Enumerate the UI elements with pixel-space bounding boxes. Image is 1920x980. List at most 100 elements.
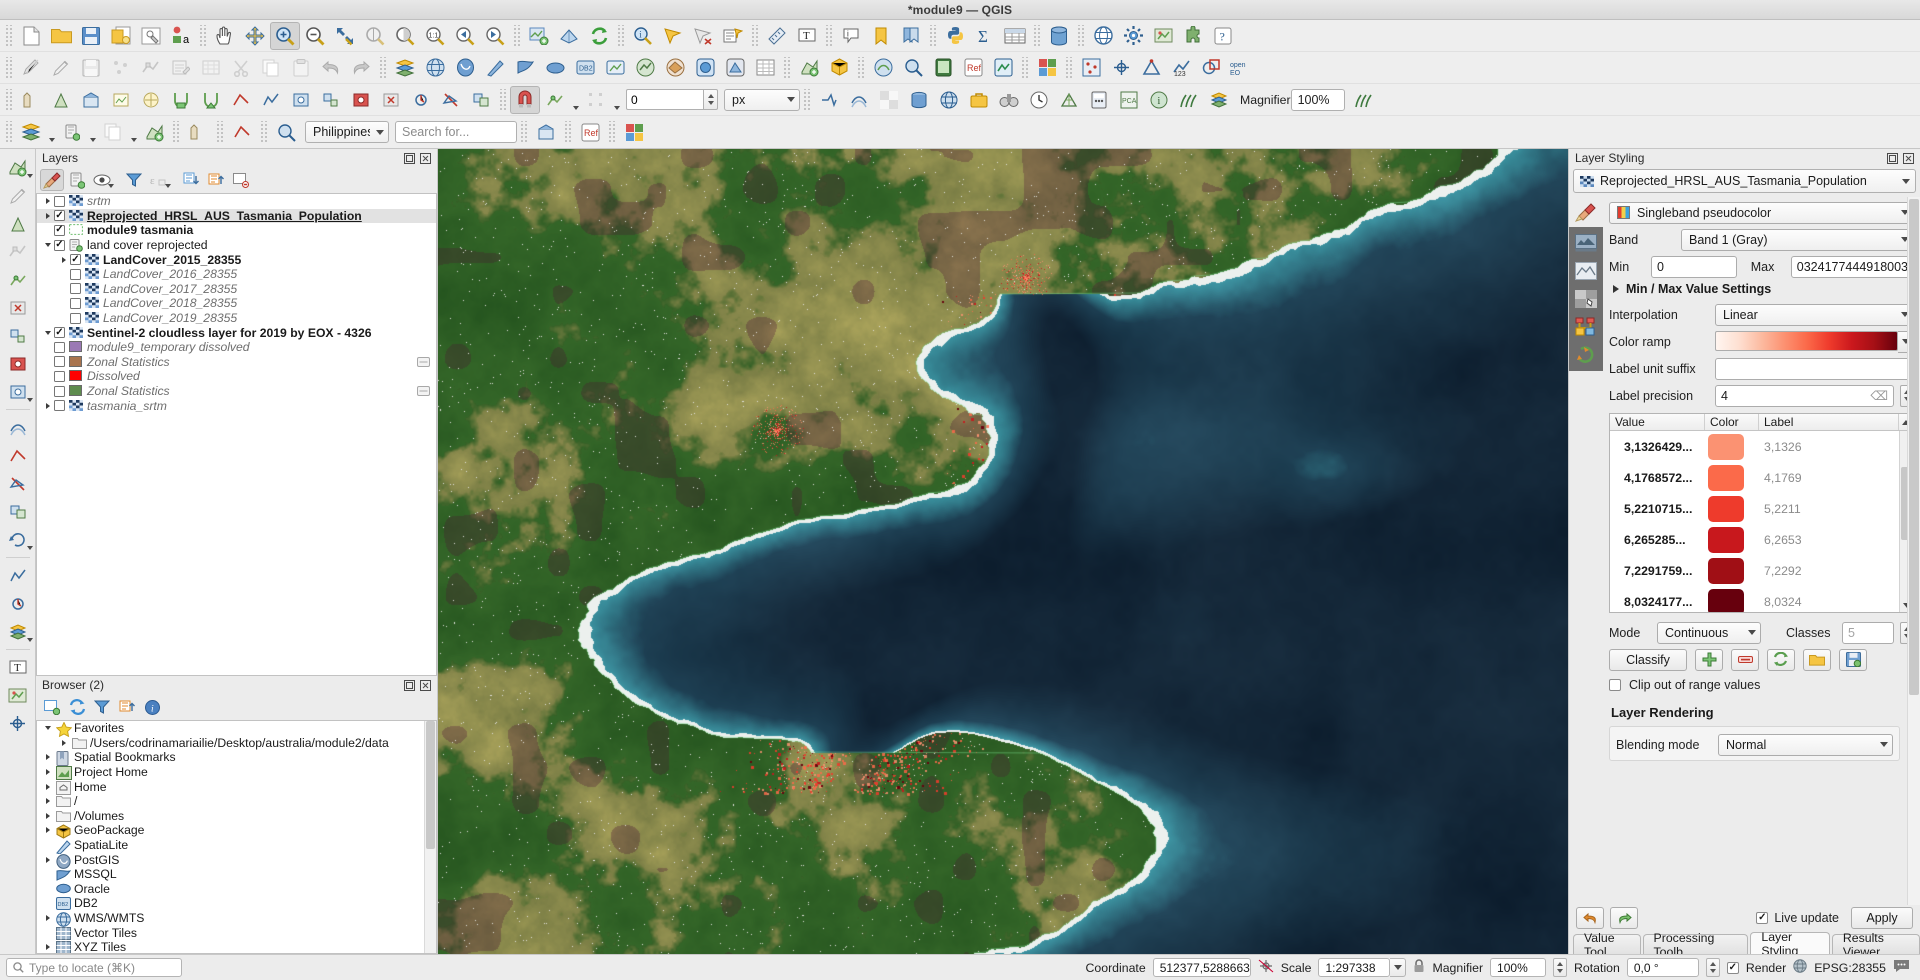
save-layer-edits-icon[interactable] — [76, 54, 106, 82]
messages-icon[interactable] — [1893, 959, 1910, 976]
layer-tree-row[interactable]: Sentinel-2 cloudless layer for 2019 by E… — [37, 325, 436, 340]
save-project-icon[interactable] — [76, 22, 106, 50]
toolbar-grip[interactable] — [379, 56, 387, 79]
new-3d-map-view-icon[interactable] — [554, 22, 584, 50]
min-input[interactable]: 0 — [1651, 255, 1737, 278]
undo-style-button[interactable] — [1576, 907, 1604, 929]
python-console-icon[interactable] — [940, 22, 970, 50]
qfield-icon[interactable] — [928, 54, 958, 82]
add-polygon-feature-icon[interactable] — [2, 210, 34, 237]
add-wcs-layer-icon[interactable] — [630, 54, 660, 82]
vertex-tool-icon[interactable] — [136, 54, 166, 82]
toolbar-grip[interactable] — [513, 24, 521, 47]
filter-legend-icon[interactable] — [122, 169, 146, 191]
chevron-down-icon[interactable] — [570, 86, 581, 114]
grass-tools-icon[interactable] — [1174, 86, 1204, 114]
search-input[interactable]: Search for... — [395, 121, 517, 143]
layer-tree-row[interactable]: LandCover_2017_28355 — [37, 282, 436, 297]
plugin-manager-icon[interactable] — [1178, 22, 1208, 50]
layer-tree-row[interactable]: Zonal Statistics — [37, 384, 436, 399]
zoom-to-layer-icon[interactable] — [390, 22, 420, 50]
toolbar-grip[interactable] — [199, 24, 207, 47]
layer-visibility-checkbox[interactable] — [54, 370, 65, 382]
checkerboard-icon[interactable] — [874, 86, 904, 114]
select-features-icon[interactable] — [658, 22, 688, 50]
layer-visibility-checkbox[interactable] — [54, 224, 65, 236]
layers-tree[interactable]: srtmReprojected_HRSL_AUS_Tasmania_Popula… — [36, 193, 437, 676]
magnifier-input[interactable]: 100% — [1490, 958, 1547, 977]
refresh-browser-icon[interactable] — [65, 696, 89, 718]
analysis-tool-icon[interactable] — [106, 86, 136, 114]
offset-curve-icon[interactable] — [844, 86, 874, 114]
coordinate-capture-icon[interactable] — [1106, 54, 1136, 82]
add-spatialite-layer-icon[interactable] — [480, 54, 510, 82]
vector-select-icon[interactable] — [196, 86, 226, 114]
layer-tree-row[interactable]: LandCover_2018_28355 — [37, 296, 436, 311]
toolbar-grip[interactable] — [499, 88, 507, 111]
locate-input[interactable]: Type to locate (⌘K) — [6, 958, 182, 977]
new-geopackage-icon[interactable] — [824, 54, 854, 82]
toolbar-grip[interactable] — [1033, 24, 1041, 47]
expand-arrow-icon[interactable] — [41, 402, 54, 409]
intersect-tool-icon[interactable] — [346, 86, 376, 114]
dissolve-tool-icon[interactable] — [406, 86, 436, 114]
metadata-tool-icon[interactable]: i — [1144, 86, 1174, 114]
mergelayers-tool-icon[interactable] — [436, 86, 466, 114]
paste-features-icon[interactable] — [286, 54, 316, 82]
deselect-icon[interactable] — [688, 22, 718, 50]
snapping-units-select[interactable]: px — [724, 88, 800, 111]
crs-globe-icon[interactable] — [1793, 959, 1807, 976]
toolbar-grip[interactable] — [825, 24, 833, 47]
dock-tab[interactable]: Processing Toolb... — [1642, 931, 1749, 959]
dock-tab[interactable]: Layer Styling — [1750, 930, 1830, 958]
layout-manager-icon[interactable]: a — [166, 22, 196, 50]
zoom-next-icon[interactable] — [480, 22, 510, 50]
annotation-tool-icon[interactable]: T — [2, 654, 34, 681]
toolbar-grip[interactable] — [751, 24, 759, 47]
add-wms-layer-icon[interactable] — [420, 54, 450, 82]
color-table-label[interactable]: 7,2292 — [1759, 564, 1802, 578]
cad-tools-icon[interactable] — [1136, 54, 1166, 82]
layer-tree-row[interactable]: Dissolved — [37, 369, 436, 384]
crs-status-icon[interactable] — [1088, 22, 1118, 50]
simplify-feature-icon[interactable] — [2, 562, 34, 589]
show-map-tips-icon[interactable]: i — [836, 22, 866, 50]
undo-icon[interactable] — [316, 54, 346, 82]
db-manager-icon[interactable] — [904, 86, 934, 114]
color-table-label[interactable]: 4,1769 — [1759, 471, 1802, 485]
add-virtual-layer-icon[interactable] — [600, 54, 630, 82]
layer-visibility-checkbox[interactable] — [54, 356, 65, 368]
sentinel-hub-icon[interactable] — [988, 54, 1018, 82]
redo-style-button[interactable] — [1610, 907, 1638, 929]
color-table-color[interactable] — [1705, 526, 1759, 553]
digitize-tool-icon[interactable] — [16, 86, 46, 114]
data-source-manager-icon[interactable] — [1044, 22, 1074, 50]
new-vector-layer-icon[interactable] — [2, 154, 34, 181]
symbol-tool-icon[interactable] — [46, 86, 76, 114]
color-table-row[interactable]: 6,265285... 6,2653 — [1610, 524, 1913, 555]
toolbar-grip[interactable] — [929, 24, 937, 47]
histogram-tab-icon[interactable] — [1572, 286, 1600, 312]
scale-chevron-down-icon[interactable] — [1390, 958, 1407, 977]
layer-visibility-checkbox[interactable] — [54, 195, 65, 207]
dock-tab[interactable]: Value Tool — [1573, 931, 1641, 959]
dock-tab[interactable]: Results Viewer — [1831, 931, 1920, 959]
temporal-controller-icon[interactable] — [1024, 86, 1054, 114]
history-tab-icon[interactable] — [1572, 342, 1600, 368]
geometry-tool-icon[interactable] — [139, 118, 169, 146]
open-layers-icon[interactable]: open EO — [1226, 54, 1256, 82]
help-icon[interactable]: ? — [1208, 22, 1238, 50]
raster-calculator-icon[interactable] — [1084, 86, 1114, 114]
browser-tree-row[interactable]: Project Home — [37, 765, 436, 781]
vertex-tool-sidebar-icon[interactable] — [2, 238, 34, 265]
transparency-tab-icon[interactable] — [1572, 258, 1600, 284]
browser-tree-row[interactable]: MSSQL — [37, 867, 436, 882]
new-print-layout-icon[interactable] — [106, 22, 136, 50]
scale-input[interactable]: 1:297338 — [1318, 958, 1391, 977]
refresh-icon[interactable] — [584, 22, 614, 50]
add-ring-icon[interactable] — [2, 378, 34, 405]
freehand-editing-icon[interactable] — [183, 118, 213, 146]
toggle-editing-sidebar-icon[interactable] — [2, 182, 34, 209]
color-table-value[interactable]: 7,2291759... — [1610, 564, 1705, 578]
browser-tree-row[interactable]: / — [37, 794, 436, 809]
